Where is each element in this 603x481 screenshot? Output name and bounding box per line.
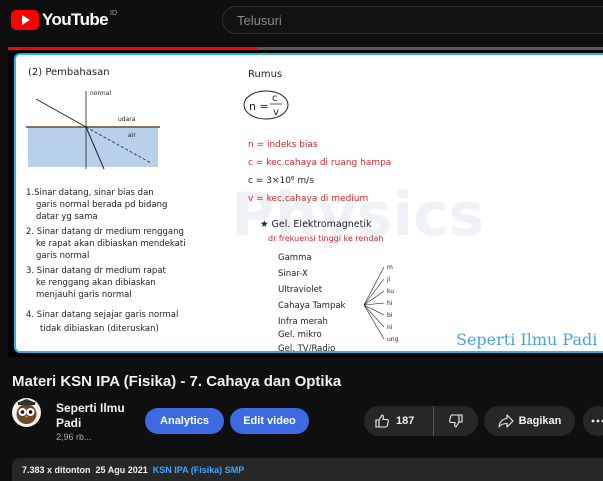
board-section-title: (2) Pembahasan [28, 67, 110, 78]
share-button[interactable]: Bagikan [484, 406, 575, 436]
note-line: ke renggang akan dibiaskan [36, 278, 156, 288]
search-input[interactable] [237, 13, 537, 28]
spectrum-item: Gamma [278, 253, 312, 263]
note-line: 4. Sinar datang sejajar garis normal [26, 310, 178, 320]
note-line: ke rapat akan dibiaskan mendekati [36, 239, 186, 249]
thumbs-up-icon [375, 414, 389, 428]
whiteboard-frame: Physics (2) Pembahasan normal udara air … [14, 53, 603, 353]
hashtag-link[interactable]: KSN IPA (Fisika) SMP [153, 465, 245, 475]
owl-avatar-icon [16, 399, 37, 424]
dislike-button[interactable] [434, 406, 478, 436]
description-meta: 7.383 x ditonton 25 Agu 2021 KSN IPA (Fi… [22, 465, 244, 475]
masthead: YouTube ID [0, 0, 603, 40]
description-box[interactable]: 7.383 x ditonton 25 Agu 2021 KSN IPA (Fi… [12, 458, 603, 481]
color-label: bi [387, 312, 393, 319]
em-title: ★ Gel. Elektromagnetik [260, 219, 372, 230]
diagram-label-normal: normal [90, 90, 111, 97]
color-label: ku [387, 288, 394, 295]
channel-watermark: Seperti Ilmu Padi [456, 330, 597, 349]
search-box[interactable] [222, 6, 603, 34]
note-line: 2. Sinar datang dr medium renggang [26, 227, 184, 237]
video-title: Materi KSN IPA (Fisika) - 7. Cahaya dan … [12, 373, 342, 390]
formula-lhs: n = [249, 100, 269, 113]
note-line: 3. Sinar datang dr medium rapat [26, 266, 167, 276]
progress-bar-fill [8, 47, 258, 50]
progress-bar[interactable] [8, 47, 603, 50]
em-spectrum-list: Gamma Sinar-X Ultraviolet Cahaya Tampak … [278, 253, 346, 353]
upload-date: 25 Agu 2021 [95, 465, 148, 475]
region-code: ID [110, 10, 117, 17]
branch-line [363, 266, 385, 306]
definition-line: n = indeks bias [248, 140, 318, 150]
analytics-button[interactable]: Analytics [145, 408, 224, 434]
view-count: 7.383 x ditonton [22, 465, 91, 475]
note-line: datar yg sama [36, 212, 98, 222]
visible-colors-branch: m ji ku hi bi ni ung [363, 264, 399, 343]
water-medium [28, 127, 158, 167]
spectrum-item: Gel. mikro [278, 330, 322, 340]
video-player[interactable]: Physics (2) Pembahasan normal udara air … [8, 47, 603, 357]
formula-numerator: c [272, 93, 278, 104]
branch-line [363, 304, 385, 328]
color-label: ung [387, 336, 399, 343]
branch-line [363, 290, 385, 306]
note-line: menjauhi garis normal [36, 290, 132, 300]
spectrum-item: Gel. TV/Radio [278, 344, 335, 353]
subscriber-count: 2,96 rb... [56, 432, 92, 442]
definition-line: c = 3×10⁸ m/s [248, 176, 314, 186]
edit-video-button[interactable]: Edit video [230, 408, 309, 434]
diagram-label-air-medium: udara [118, 116, 136, 123]
note-line: garis normal berada pd bidang [36, 200, 167, 210]
note-line: garis normal [36, 251, 89, 261]
incident-ray [35, 98, 87, 128]
more-actions-button[interactable] [583, 406, 603, 436]
share-arrow-icon [498, 414, 514, 428]
board-notes: 1.Sinar datang, sinar bias dan garis nor… [26, 188, 186, 334]
branch-line [363, 302, 385, 306]
em-subtitle: dr frekuensi tinggi ke rendah [268, 234, 383, 243]
youtube-play-icon [11, 10, 39, 30]
whiteboard: Physics (2) Pembahasan normal udara air … [26, 67, 597, 353]
youtube-wordmark: YouTube [42, 10, 109, 29]
youtube-logo[interactable]: YouTube ID [11, 10, 117, 30]
diagram-label-water-medium: air [128, 132, 136, 139]
branch-line [363, 278, 385, 306]
share-label: Bagikan [518, 415, 562, 427]
like-dislike-group: 187 [364, 406, 478, 436]
color-label: ji [386, 276, 391, 283]
channel-name[interactable]: Seperti Ilmu Padi [56, 401, 136, 431]
spectrum-item: Ultraviolet [278, 285, 323, 295]
like-button[interactable]: 187 [364, 406, 434, 436]
color-label: m [387, 264, 393, 271]
channel-avatar[interactable] [12, 398, 41, 427]
note-line: 1.Sinar datang, sinar bias dan [26, 188, 154, 198]
spectrum-item: Infra merah [278, 317, 328, 327]
thumbs-down-icon [449, 414, 463, 428]
color-label: hi [387, 300, 393, 307]
refraction-diagram: normal udara air [26, 90, 160, 170]
definition-line: c = kec.cahaya di ruang hampa [248, 158, 391, 168]
more-horizontal-icon [591, 419, 603, 423]
spectrum-item: Cahaya Tampak [278, 301, 346, 311]
note-line: tidak dibiaskan (diteruskan) [40, 324, 159, 334]
spectrum-item: Sinar-X [278, 269, 308, 279]
definition-line: v = kec.cahaya di medium [248, 194, 368, 204]
like-count: 187 [396, 415, 415, 427]
formula: n = c v [243, 90, 289, 120]
rumus-title: Rumus [248, 69, 282, 80]
formula-denominator: v [273, 107, 279, 118]
color-label: ni [387, 324, 393, 331]
